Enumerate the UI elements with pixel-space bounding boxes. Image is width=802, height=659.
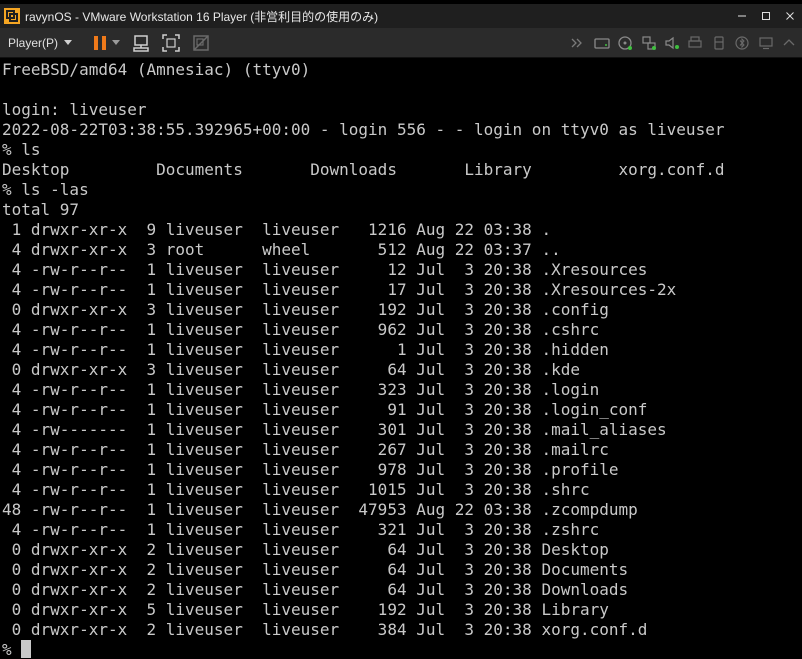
terminal-line: 48 -rw-r--r-- 1 liveuser liveuser 47953 … — [2, 500, 638, 519]
display-button[interactable] — [755, 31, 777, 55]
vmware-toolbar: Player(P) — [0, 28, 802, 58]
bluetooth-icon — [735, 36, 749, 50]
terminal-line: 4 -rw-r--r-- 1 liveuser liveuser 978 Jul… — [2, 460, 619, 479]
minimize-button[interactable] — [730, 4, 754, 28]
display-icon — [759, 37, 773, 50]
terminal-line: 0 drwxr-xr-x 2 liveuser liveuser 64 Jul … — [2, 540, 609, 559]
terminal-line: 4 -rw-r--r-- 1 liveuser liveuser 321 Jul… — [2, 520, 600, 539]
send-ctrl-alt-del-button[interactable] — [128, 31, 154, 55]
terminal-line: 0 drwxr-xr-x 2 liveuser liveuser 384 Jul… — [2, 620, 648, 639]
expand-icon — [783, 39, 795, 46]
network-adapter-icon — [642, 36, 656, 50]
pause-icon — [94, 35, 107, 50]
bluetooth-button[interactable] — [731, 31, 753, 55]
terminal-line: 4 -rw-r--r-- 1 liveuser liveuser 17 Jul … — [2, 280, 677, 299]
vm-console[interactable]: FreeBSD/amd64 (Amnesiac) (ttyv0) login: … — [0, 58, 802, 659]
terminal-cursor — [21, 640, 31, 658]
chevron-down-icon — [64, 40, 73, 45]
hard-disk-icon — [594, 38, 610, 49]
terminal-line: 0 drwxr-xr-x 3 liveuser liveuser 64 Jul … — [2, 360, 580, 379]
cd-dvd-icon — [618, 36, 633, 50]
sound-card-button[interactable] — [661, 31, 683, 55]
terminal-line: 4 -rw-r--r-- 1 liveuser liveuser 91 Jul … — [2, 400, 648, 419]
forward-arrows-icon — [572, 38, 583, 48]
player-menu-label: Player(P) — [8, 35, 59, 50]
ctrl-alt-del-icon — [133, 34, 149, 52]
terminal-line: 4 -rw-r--r-- 1 liveuser liveuser 1015 Ju… — [2, 480, 590, 499]
usb-device-button[interactable] — [708, 31, 730, 55]
minimize-icon — [738, 15, 746, 17]
terminal-line: 2022-08-22T03:38:55.392965+00:00 - login… — [2, 120, 725, 139]
terminal-line: 4 -rw------- 1 liveuser liveuser 301 Jul… — [2, 420, 667, 439]
terminal-line: 0 drwxr-xr-x 3 liveuser liveuser 192 Jul… — [2, 300, 609, 319]
cd-dvd-button[interactable] — [614, 31, 636, 55]
terminal-prompt: % — [2, 640, 12, 659]
speaker-icon — [665, 36, 680, 50]
full-screen-button[interactable] — [158, 31, 184, 55]
terminal-line: Desktop Documents Downloads Library xorg… — [2, 160, 725, 179]
terminal-line: FreeBSD/amd64 (Amnesiac) (ttyv0) — [2, 60, 311, 79]
terminal-line: 0 drwxr-xr-x 2 liveuser liveuser 64 Jul … — [2, 560, 629, 579]
terminal-line: 4 -rw-r--r-- 1 liveuser liveuser 12 Jul … — [2, 260, 648, 279]
terminal-line: 0 drwxr-xr-x 2 liveuser liveuser 64 Jul … — [2, 580, 629, 599]
maximize-button[interactable] — [754, 4, 778, 28]
maximize-icon — [762, 12, 770, 20]
terminal-line: % ls — [2, 140, 41, 159]
terminal-line: 4 -rw-r--r-- 1 liveuser liveuser 323 Jul… — [2, 380, 600, 399]
pause-button[interactable] — [90, 31, 110, 55]
terminal-line: 4 drwxr-xr-x 3 root wheel 512 Aug 22 03:… — [2, 240, 561, 259]
window-title: ravynOS - VMware Workstation 16 Player (… — [25, 9, 379, 24]
terminal-line: login: liveuser — [2, 100, 147, 119]
expand-button[interactable] — [778, 31, 800, 55]
vmware-logo-icon — [4, 8, 20, 24]
device-icons-group — [566, 31, 800, 55]
printer-icon — [688, 36, 703, 48]
full-screen-icon — [162, 33, 180, 52]
terminal-line: 0 drwxr-xr-x 5 liveuser liveuser 192 Jul… — [2, 600, 609, 619]
terminal-line: 4 -rw-r--r-- 1 liveuser liveuser 962 Jul… — [2, 320, 600, 339]
unity-icon — [193, 34, 209, 51]
unity-button[interactable] — [188, 31, 214, 55]
window-titlebar[interactable]: ravynOS - VMware Workstation 16 Player (… — [0, 4, 802, 28]
chevron-down-icon — [112, 40, 121, 45]
forward-arrows-button[interactable] — [567, 31, 589, 55]
terminal-line: total 97 — [2, 200, 80, 219]
hard-disk-button[interactable] — [591, 31, 613, 55]
terminal-line: % ls -las — [2, 180, 89, 199]
close-icon — [786, 12, 794, 20]
network-adapter-button[interactable] — [638, 31, 660, 55]
pause-dropdown-button[interactable] — [110, 31, 122, 55]
terminal-line: 1 drwxr-xr-x 9 liveuser liveuser 1216 Au… — [2, 220, 552, 239]
usb-icon — [714, 36, 724, 50]
printer-button[interactable] — [684, 31, 706, 55]
terminal-line: 4 -rw-r--r-- 1 liveuser liveuser 267 Jul… — [2, 440, 609, 459]
player-menu-button[interactable]: Player(P) — [4, 31, 76, 55]
terminal-line: 4 -rw-r--r-- 1 liveuser liveuser 1 Jul 3… — [2, 340, 609, 359]
close-button[interactable] — [778, 4, 802, 28]
